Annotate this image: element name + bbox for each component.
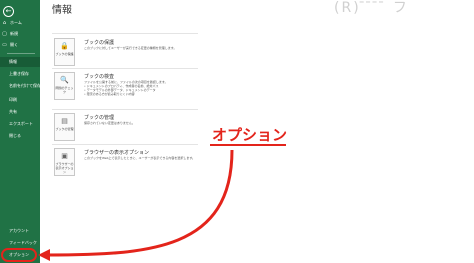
sidebar-item-label: 共有 <box>9 109 17 114</box>
callout-underline <box>210 144 286 146</box>
section-divider <box>52 68 198 69</box>
open-folder-icon: ▭ <box>2 42 7 48</box>
card-bullet-list: ドキュメントのプロパティ、作成者の名前、絶対パス データモデルの外部データ、ドキ… <box>84 84 159 96</box>
browser-view-options-button[interactable]: ▣ ブラウザーの表示オプション <box>54 148 75 176</box>
inspect-workbook-card: 🔍 問題のチェック ブックの検査 ファイルを公開する前に、ファイルの次の項目を確… <box>52 72 212 108</box>
sidebar-item-label: 情報 <box>9 59 17 64</box>
back-arrow-icon[interactable]: ← <box>3 6 14 17</box>
sidebar-item-label: 閉じる <box>9 133 21 138</box>
sidebar-item-account[interactable]: アカウント <box>0 226 40 236</box>
card-title: ブックの保護 <box>84 40 115 46</box>
sidebar-item-save-as[interactable]: 名前を付けて保存 <box>0 81 41 91</box>
section-divider <box>52 144 198 145</box>
card-description: このブックをWeb上で表示したときに、ユーザーが表示できる内容を選択します。 <box>84 156 196 160</box>
card-description: 保存されていない変更はありません。 <box>84 121 135 125</box>
button-label: ブックの保護 <box>55 52 74 56</box>
manage-workbook-button[interactable]: ▤ ブックの管理 <box>54 113 75 141</box>
protect-workbook-card: 🔒 ブックの保護 ブックの保護 このブックに対してユーザーが実行できる変更の種類… <box>52 38 212 68</box>
backstage-sidebar: ← ⌂ ホーム ▢ 新規 ▭ 開く 情報 上書き保存 名前を付けて保存 印刷 共有 エ… <box>0 0 41 263</box>
section-divider <box>52 33 198 34</box>
manage-workbook-card: ▤ ブックの管理 ブックの管理 保存されていない変更はありません。 <box>52 113 212 143</box>
button-label: ブラウザーの表示オプション <box>55 162 74 174</box>
sidebar-item-label: エクスポート <box>9 121 33 126</box>
browser-view-icon: ▣ <box>61 152 68 160</box>
lock-icon: 🔒 <box>60 42 69 50</box>
sidebar-item-feedback[interactable]: フィードバック <box>0 238 40 248</box>
protect-workbook-button[interactable]: 🔒 ブックの保護 <box>54 38 75 66</box>
sidebar-item-close[interactable]: 閉じる <box>0 131 40 141</box>
sidebar-item-open[interactable]: ▭ 開く <box>0 40 40 50</box>
sidebar-item-label: 新規 <box>10 31 18 36</box>
sidebar-item-new[interactable]: ▢ 新規 <box>0 29 40 39</box>
check-issues-button[interactable]: 🔍 問題のチェック <box>54 72 75 100</box>
inspect-icon: 🔍 <box>60 76 69 84</box>
card-title: ブラウザーの表示オプション <box>84 150 150 156</box>
sidebar-item-save[interactable]: 上書き保存 <box>0 69 40 79</box>
sidebar-item-label: 印刷 <box>9 97 17 102</box>
list-item: 障害のある方が読み取りにくい内容 <box>84 92 159 96</box>
sidebar-item-info[interactable]: 情報 <box>0 57 40 67</box>
sidebar-item-label: ホーム <box>10 20 22 25</box>
new-file-icon: ▢ <box>2 31 7 37</box>
card-title: ブックの検査 <box>84 74 115 80</box>
button-label: ブックの管理 <box>55 127 74 131</box>
sidebar-item-label: 名前を付けて保存 <box>9 83 41 88</box>
section-divider <box>52 109 198 110</box>
card-title: ブックの管理 <box>84 115 115 121</box>
sidebar-item-label: 上書き保存 <box>9 71 29 76</box>
options-callout-label: オプション <box>212 126 288 144</box>
sidebar-item-label: フィードバック <box>9 240 37 245</box>
sidebar-item-label: アカウント <box>9 228 29 233</box>
page-title: 情報 <box>52 5 72 16</box>
sidebar-item-print[interactable]: 印刷 <box>0 95 40 105</box>
button-label: 問題のチェック <box>55 86 74 94</box>
manage-book-icon: ▤ <box>61 117 68 125</box>
sidebar-item-share[interactable]: 共有 <box>0 107 40 117</box>
browser-view-options-card: ▣ ブラウザーの表示オプション ブラウザーの表示オプション このブックをWeb上… <box>52 148 212 178</box>
faded-header-text: (R) ̄ ̄ ̄ ̄ フ <box>334 0 409 16</box>
card-description: このブックに対してユーザーが実行できる変更の種類を管理します。 <box>84 46 177 50</box>
sidebar-item-label: 開く <box>10 42 18 47</box>
sidebar-item-export[interactable]: エクスポート <box>0 119 40 129</box>
sidebar-item-home[interactable]: ⌂ ホーム <box>0 18 40 28</box>
sidebar-divider <box>7 53 35 54</box>
options-highlight-ring <box>1 248 37 262</box>
home-icon: ⌂ <box>2 20 7 26</box>
